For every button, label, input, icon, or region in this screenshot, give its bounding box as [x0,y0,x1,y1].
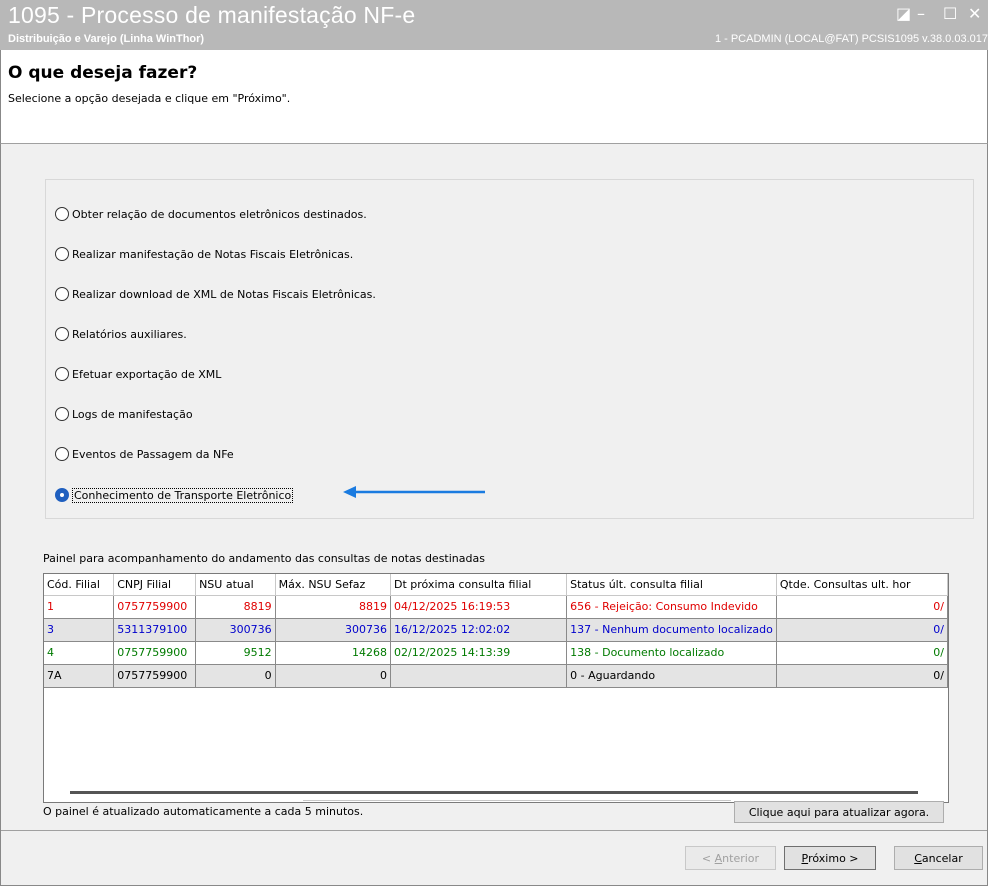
column-header[interactable]: Qtde. Consultas ult. hor [776,574,948,596]
cancel-label: ancelar [921,851,963,865]
next-label: róximo > [808,851,859,865]
divider [303,800,731,801]
restore-icon[interactable]: ◪ [896,4,911,23]
next-button[interactable]: Próximo > [784,846,876,870]
radio-button[interactable] [55,207,69,221]
option-logs[interactable]: Logs de manifestação [55,405,193,423]
table-cell: 8819 [275,595,392,619]
table-cell: 137 - Nenhum documento localizado [566,618,777,642]
option-label: Eventos de Passagem da NFe [72,447,234,461]
radio-button[interactable] [55,287,69,301]
window-subtitle: Distribuição e Varejo (Linha WinThor) [8,33,205,45]
column-header[interactable]: Status últ. consulta filial [566,574,777,596]
table-cell [390,664,568,688]
window-title: 1095 - Processo de manifestação NF-e [8,2,416,28]
radio-button[interactable] [55,407,69,421]
option-label: Efetuar exportação de XML [72,367,222,381]
column-header[interactable]: Máx. NSU Sefaz [275,574,392,596]
option-cte[interactable]: Conhecimento de Transporte Eletrônico [55,486,294,504]
annotation-arrow-icon [343,486,485,498]
option-label: Obter relação de documentos eletrônicos … [72,207,367,221]
table-row[interactable]: 7A 0757759900 0 0 0 - Aguardando 0/ [44,664,948,688]
next-hotkey: P [801,851,809,865]
table-cell: 0/ [776,664,948,688]
table-header-row: Cód. Filial CNPJ Filial NSU atual Máx. N… [44,574,948,596]
window-titlebar: 1095 - Processo de manifestação NF-e Dis… [0,0,988,50]
option-label: Conhecimento de Transporte Eletrônico [72,487,294,503]
table-cell: 0 [195,664,276,688]
cancel-button[interactable]: Cancelar [894,846,983,870]
table-cell: 5311379100 [113,618,197,642]
table-row[interactable]: 1 0757759900 8819 8819 04/12/2025 16:19:… [44,595,948,619]
table-cell: 16/12/2025 12:02:02 [390,618,568,642]
option-exportacao-xml[interactable]: Efetuar exportação de XML [55,365,221,383]
table-cell: 138 - Documento localizado [566,641,777,665]
table-cell: 0757759900 [113,664,197,688]
radio-button[interactable] [55,367,69,381]
table-cell: 0/ [776,618,948,642]
column-header[interactable]: CNPJ Filial [113,574,197,596]
user-info: 1 - PCADMIN (LOCAL@FAT) PCSIS1095 v.38.0… [714,33,988,45]
option-obter-relacao[interactable]: Obter relação de documentos eletrônicos … [55,205,367,223]
table-cell: 0/ [776,641,948,665]
option-label: Logs de manifestação [72,407,193,421]
table-row[interactable]: 4 0757759900 9512 14268 02/12/2025 14:13… [44,641,948,665]
table-cell: 300736 [195,618,276,642]
table-cell: 9512 [195,641,276,665]
auto-refresh-note: O painel é atualizado automaticamente a … [43,805,364,818]
page-title: O que deseja fazer? [8,63,198,83]
option-label: Relatórios auxiliares. [72,327,187,341]
radio-button[interactable] [55,447,69,461]
table-cell: 02/12/2025 14:13:39 [390,641,568,665]
back-label: nterior [722,851,760,865]
table-cell: 300736 [275,618,392,642]
wizard-content: Obter relação de documentos eletrônicos … [0,144,988,831]
column-header[interactable]: Cód. Filial [44,574,115,596]
option-label: Realizar download de XML de Notas Fiscai… [72,287,376,301]
close-icon[interactable]: ✕ [968,4,981,23]
table-cell: 7A [44,664,115,688]
option-eventos-passagem[interactable]: Eventos de Passagem da NFe [55,445,234,463]
radio-button-selected[interactable] [55,488,69,502]
back-hotkey: A [714,851,723,865]
option-label: Realizar manifestação de Notas Fiscais E… [72,247,354,261]
table-cell: 0 [275,664,392,688]
wizard-footer: < Anterior Próximo > Cancelar [0,830,988,886]
status-grid[interactable]: Cód. Filial CNPJ Filial NSU atual Máx. N… [43,573,949,803]
option-download-xml[interactable]: Realizar download de XML de Notas Fiscai… [55,285,376,303]
table-cell: 1 [44,595,115,619]
options-group: Obter relação de documentos eletrônicos … [45,179,974,519]
radio-button[interactable] [55,327,69,341]
horizontal-scrollbar[interactable] [70,791,918,794]
panel-caption: Painel para acompanhamento do andamento … [43,552,485,565]
table-cell: 8819 [195,595,276,619]
column-header[interactable]: NSU atual [195,574,276,596]
back-button[interactable]: < Anterior [685,846,776,870]
table-cell: 14268 [275,641,392,665]
option-relatorios[interactable]: Relatórios auxiliares. [55,325,187,343]
column-header[interactable]: Dt próxima consulta filial [390,574,568,596]
status-table: Cód. Filial CNPJ Filial NSU atual Máx. N… [44,574,948,688]
table-cell: 4 [44,641,115,665]
table-cell: 0/ [776,595,948,619]
table-cell: 0 - Aguardando [566,664,777,688]
table-cell: 0757759900 [113,641,197,665]
refresh-now-button[interactable]: Clique aqui para atualizar agora. [734,801,944,823]
page-instruction: Selecione a opção desejada e clique em "… [8,92,291,105]
minimize-icon[interactable]: – [917,4,925,23]
wizard-header: O que deseja fazer? Selecione a opção de… [0,50,988,144]
radio-button[interactable] [55,247,69,261]
table-cell: 0757759900 [113,595,197,619]
table-cell: 3 [44,618,115,642]
table-row[interactable]: 3 5311379100 300736 300736 16/12/2025 12… [44,618,948,642]
table-cell: 656 - Rejeição: Consumo Indevido [566,595,777,619]
back-prefix: < [701,851,715,865]
table-cell: 04/12/2025 16:19:53 [390,595,568,619]
option-realizar-manifestacao[interactable]: Realizar manifestação de Notas Fiscais E… [55,245,353,263]
cancel-hotkey: C [914,851,922,865]
maximize-icon[interactable]: ☐ [943,4,957,23]
